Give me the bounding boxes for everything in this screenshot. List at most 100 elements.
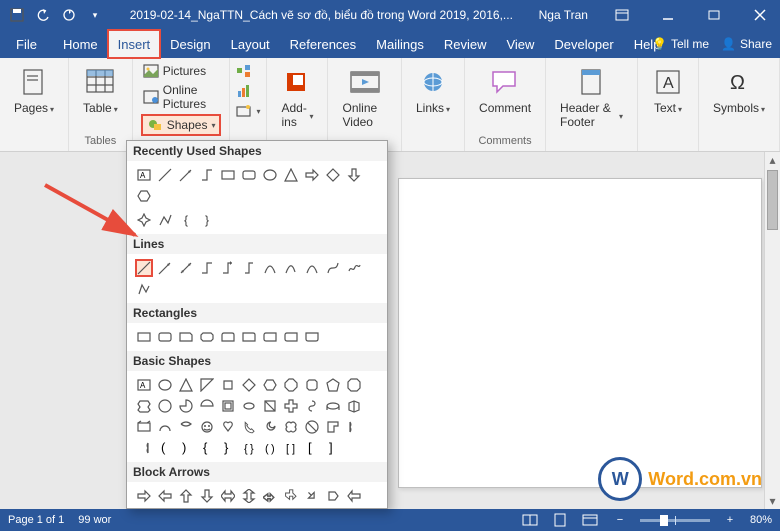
maximize-button[interactable] <box>694 0 734 30</box>
shape-arrow-down[interactable] <box>345 166 363 184</box>
shape-arrow-5[interactable] <box>240 487 258 505</box>
shape-star4[interactable] <box>135 211 153 229</box>
ribbon-display-button[interactable] <box>602 0 642 30</box>
shape-arrow-20[interactable] <box>324 508 342 509</box>
tab-design[interactable]: Design <box>160 30 220 58</box>
online-video-button[interactable]: Online Video <box>336 62 393 133</box>
undo-button[interactable] <box>34 6 52 24</box>
shape-hexagon[interactable] <box>135 187 153 205</box>
shape-basic-26[interactable] <box>219 418 237 436</box>
shape-line-arrow[interactable] <box>177 166 195 184</box>
tell-me[interactable]: 💡Tell me <box>652 37 709 51</box>
shape-basic-29[interactable] <box>282 418 300 436</box>
document-page[interactable] <box>398 178 762 488</box>
shape-basic-34[interactable]: ( <box>156 439 174 457</box>
tab-view[interactable]: View <box>496 30 544 58</box>
shape-line-plain[interactable] <box>135 259 153 277</box>
zoom-out[interactable]: − <box>610 512 630 528</box>
shape-basic-14[interactable] <box>198 397 216 415</box>
shape-curve[interactable] <box>261 259 279 277</box>
shape-basic-17[interactable] <box>261 397 279 415</box>
shape-textbox[interactable]: A <box>135 166 153 184</box>
shape-brace-r[interactable]: } <box>198 211 216 229</box>
shape-basic-35[interactable]: ) <box>177 439 195 457</box>
shape-rect4[interactable] <box>198 328 216 346</box>
shape-basic-39[interactable]: () <box>261 439 279 457</box>
shape-arrow-18[interactable] <box>282 508 300 509</box>
shape-arrow-11[interactable] <box>135 508 153 509</box>
shape-basic-16[interactable] <box>240 397 258 415</box>
links-button[interactable]: Links <box>410 62 456 119</box>
shape-basic-32[interactable] <box>345 418 363 436</box>
shape-connector[interactable] <box>198 166 216 184</box>
scroll-up-button[interactable]: ▴ <box>765 152 780 168</box>
shape-rect8[interactable] <box>282 328 300 346</box>
shape-basic-13[interactable] <box>177 397 195 415</box>
close-button[interactable] <box>740 0 780 30</box>
scroll-thumb[interactable] <box>767 170 778 230</box>
shape-arrow-12[interactable] <box>156 508 174 509</box>
shape-rect1[interactable] <box>135 328 153 346</box>
shape-arrow-13[interactable] <box>177 508 195 509</box>
minimize-button[interactable] <box>648 0 688 30</box>
shape-basic-7[interactable] <box>282 376 300 394</box>
shape-rect5[interactable] <box>219 328 237 346</box>
zoom-in[interactable]: + <box>720 512 740 528</box>
qat-customize[interactable]: ▾ <box>86 6 104 24</box>
shape-freeform2[interactable] <box>324 259 342 277</box>
shape-rectangle[interactable] <box>219 166 237 184</box>
shape-basic-27[interactable] <box>240 418 258 436</box>
shape-arrow-8[interactable] <box>303 487 321 505</box>
shape-basic-0[interactable]: A <box>135 376 153 394</box>
shapes-button[interactable]: Shapes▾ <box>141 114 222 136</box>
shape-basic-11[interactable] <box>135 397 153 415</box>
shape-basic-28[interactable] <box>261 418 279 436</box>
shape-basic-36[interactable]: { <box>198 439 216 457</box>
shape-basic-21[interactable] <box>345 397 363 415</box>
shape-rect3[interactable] <box>177 328 195 346</box>
view-print-layout[interactable] <box>550 512 570 528</box>
shape-curve-double[interactable] <box>303 259 321 277</box>
shape-arrow-17[interactable] <box>261 508 279 509</box>
shape-brace-l[interactable]: { <box>177 211 195 229</box>
shape-arrow-21[interactable] <box>345 508 363 509</box>
tab-file[interactable]: File <box>6 30 47 58</box>
shape-arrow-7[interactable] <box>282 487 300 505</box>
shape-basic-6[interactable] <box>261 376 279 394</box>
tab-home[interactable]: Home <box>53 30 108 58</box>
shape-basic-12[interactable] <box>156 397 174 415</box>
tab-developer[interactable]: Developer <box>544 30 623 58</box>
vertical-scrollbar[interactable]: ▴ ▾ <box>764 152 780 509</box>
shape-rect9[interactable] <box>303 328 321 346</box>
shape-basic-31[interactable] <box>324 418 342 436</box>
user-name[interactable]: Nga Tran <box>539 8 588 22</box>
save-button[interactable] <box>8 6 26 24</box>
shape-basic-41[interactable]: [ <box>303 439 321 457</box>
shape-line[interactable] <box>156 166 174 184</box>
pictures-button[interactable]: Pictures <box>141 62 208 80</box>
shape-freeform[interactable] <box>156 211 174 229</box>
shape-basic-40[interactable]: [] <box>282 439 300 457</box>
shape-arrow-6[interactable] <box>261 487 279 505</box>
shape-arrow-15[interactable] <box>219 508 237 509</box>
shape-diamond[interactable] <box>324 166 342 184</box>
shape-triangle[interactable] <box>282 166 300 184</box>
shape-basic-1[interactable] <box>156 376 174 394</box>
shape-basic-18[interactable] <box>282 397 300 415</box>
shape-basic-42[interactable]: ] <box>324 439 342 457</box>
shape-basic-33[interactable] <box>135 439 153 457</box>
zoom-slider[interactable] <box>640 519 710 522</box>
shape-basic-24[interactable] <box>177 418 195 436</box>
view-read-mode[interactable] <box>520 512 540 528</box>
shape-basic-5[interactable] <box>240 376 258 394</box>
symbols-button[interactable]: Ω Symbols <box>707 62 771 119</box>
view-web-layout[interactable] <box>580 512 600 528</box>
tab-layout[interactable]: Layout <box>221 30 280 58</box>
online-pictures-button[interactable]: Online Pictures <box>141 82 222 112</box>
shape-basic-38[interactable]: {} <box>240 439 258 457</box>
shape-basic-22[interactable] <box>135 418 153 436</box>
shape-rect2[interactable] <box>156 328 174 346</box>
shape-line-arrow2[interactable] <box>156 259 174 277</box>
shape-curve-arrow[interactable] <box>282 259 300 277</box>
smartart-button[interactable] <box>234 62 254 80</box>
